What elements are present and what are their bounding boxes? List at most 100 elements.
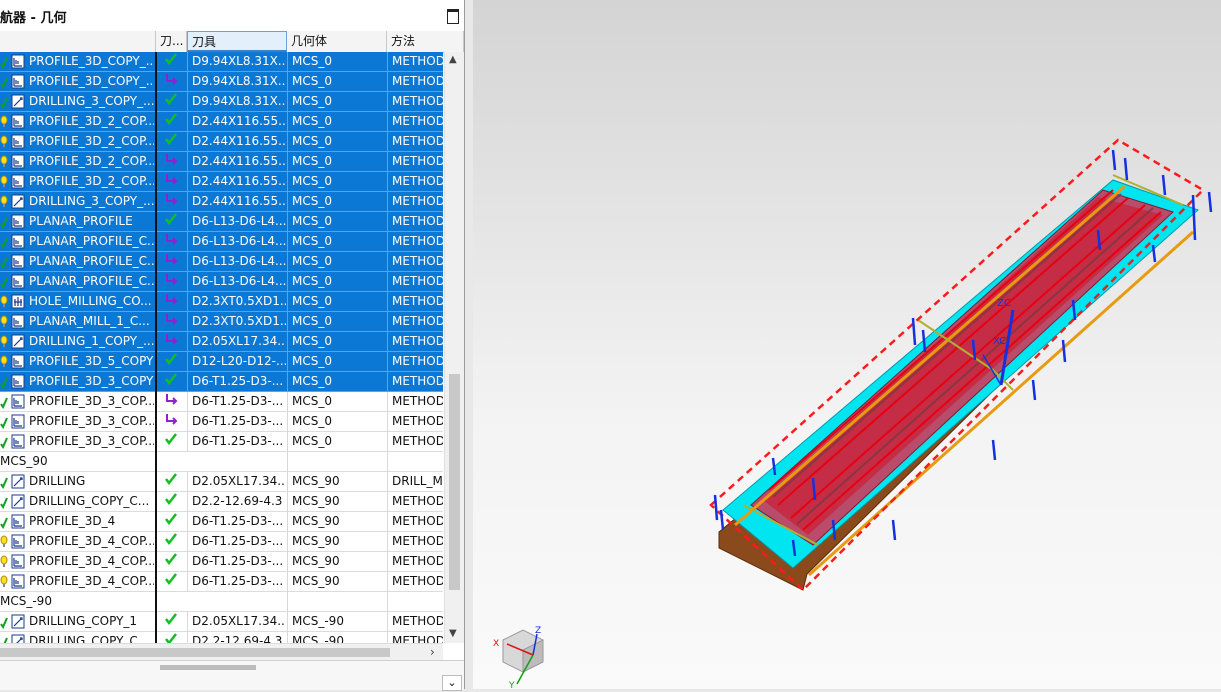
method-name: METHOD <box>392 554 443 568</box>
status-warning-icon <box>0 535 8 549</box>
operation-name: PROFILE_3D_2_COP... <box>29 134 154 148</box>
operation-row[interactable]: PLANAR_PROFILE_C... D6-L13-D6-L4... MCS_0 M… <box>0 252 443 272</box>
tool-name: D6-L13-D6-L4... <box>192 254 286 268</box>
operation-row[interactable]: PROFILE_3D_2_COP... D2.44X116.55... MCS_0 M… <box>0 112 443 132</box>
path-regenerate-icon <box>156 392 186 411</box>
column-header-name[interactable] <box>0 31 156 52</box>
geometry-group-row[interactable]: MCS_90 <box>0 452 443 472</box>
drill-operation-icon <box>10 474 26 489</box>
operation-row[interactable]: DRILLING_COPY_1 D2.05XL17.34... MCS_-90 MET… <box>0 612 443 632</box>
vertical-scroll-thumb[interactable] <box>449 374 460 590</box>
profile-operation-icon <box>10 514 26 529</box>
path-ok-icon <box>156 432 186 451</box>
status-warning-icon <box>0 175 8 189</box>
operation-row[interactable]: PROFILE_3D_4 D6-T1.25-D3-... MCS_90 METHOD <box>0 512 443 532</box>
operation-row[interactable]: HOLE_MILLING_CO... D2.3XT0.5XD1... MCS_0 ME… <box>0 292 443 312</box>
column-header-method[interactable]: 方法 <box>387 31 464 52</box>
operation-name: DRILLING_3_COPY_... <box>29 94 154 108</box>
operation-row[interactable]: PROFILE_3D_5_COPY D12-L20-D12-... MCS_0 MET… <box>0 352 443 372</box>
horizontal-scrollbar[interactable]: › <box>0 643 443 661</box>
operation-row[interactable]: PROFILE_3D_3_COP... D6-T1.25-D3-... MCS_0 M… <box>0 432 443 452</box>
part-model: ZC XC Z X Y <box>493 138 1213 691</box>
operation-row[interactable]: PROFILE_3D_3_COP... D6-T1.25-D3-... MCS_0 M… <box>0 392 443 412</box>
operation-row[interactable]: PROFILE_3D_COPY_... D9.94XL8.31X... MCS_0 M… <box>0 52 443 72</box>
profile-operation-icon <box>10 214 26 229</box>
operation-row[interactable]: PLANAR_PROFILE_C... D6-L13-D6-L4... MCS_0 M… <box>0 232 443 252</box>
path-regenerate-icon <box>156 252 186 271</box>
operation-name: PROFILE_3D_2_COP... <box>29 174 154 188</box>
maximize-icon[interactable] <box>447 9 459 24</box>
status-complete-icon <box>0 215 8 230</box>
drill-operation-icon <box>10 194 26 209</box>
operation-name: PROFILE_3D_3_COP... <box>29 394 154 408</box>
operation-row[interactable]: PROFILE_3D_3_COP... D6-T1.25-D3-... MCS_0 M… <box>0 412 443 432</box>
horizontal-scroll-thumb[interactable] <box>0 648 390 657</box>
geometry-group-row[interactable]: MCS_-90 <box>0 592 443 612</box>
drill-operation-icon <box>10 494 26 509</box>
operation-row[interactable]: PROFILE_3D_2_COP... D2.44X116.55... MCS_0 M… <box>0 152 443 172</box>
geometry-name: MCS_0 <box>292 94 332 108</box>
details-panel-strip: ⌄ <box>0 660 464 691</box>
tool-name: D2.05XL17.34... <box>192 334 286 348</box>
operation-row[interactable]: DRILLING_COPY_C... D2.2-12.69-4.3 MCS_-90 M… <box>0 632 443 643</box>
method-name: METHOD <box>392 254 443 268</box>
tool-name: D6-T1.25-D3-... <box>192 414 284 428</box>
details-splitter[interactable] <box>160 665 256 670</box>
scroll-right-icon[interactable]: › <box>430 645 435 659</box>
operation-row[interactable]: PROFILE_3D_2_COP... D2.44X116.55... MCS_0 M… <box>0 132 443 152</box>
operation-name: DRILLING_COPY_C... <box>29 494 150 508</box>
operation-row[interactable]: PLANAR_PROFILE_C... D6-L13-D6-L4... MCS_0 M… <box>0 272 443 292</box>
operation-row[interactable]: DRILLING_1_COPY_... D2.05XL17.34... MCS_0 M… <box>0 332 443 352</box>
operation-navigator-panel: 航器 - 几何 刀... 刀具 几何体 方法 PROFILE_3D_COPY_.… <box>0 0 465 691</box>
profile-operation-icon <box>10 234 26 249</box>
status-complete-icon <box>0 435 8 450</box>
operation-row[interactable]: DRILLING D2.05XL17.34... MCS_90 DRILL_ME <box>0 472 443 492</box>
operation-row[interactable]: DRILLING_3_COPY_... D9.94XL8.31X... MCS_0 M… <box>0 92 443 112</box>
zc-label: ZC <box>997 298 1011 309</box>
profile-operation-icon <box>10 574 26 589</box>
tool-name: D6-T1.25-D3-... <box>192 534 284 548</box>
profile-operation-icon <box>10 174 26 189</box>
operation-row[interactable]: PLANAR_MILL_1_C... D2.3XT0.5XD1... MCS_0 ME… <box>0 312 443 332</box>
operation-row[interactable]: PROFILE_3D_4_COP... D6-T1.25-D3-... MCS_90… <box>0 532 443 552</box>
path-ok-icon <box>156 512 186 531</box>
scroll-down-icon[interactable]: ▼ <box>449 628 457 639</box>
tool-name: D9.94XL8.31X... <box>192 94 286 108</box>
scroll-up-icon[interactable]: ▲ <box>449 54 457 65</box>
path-regenerate-icon <box>156 272 186 291</box>
operation-name: HOLE_MILLING_CO... <box>29 294 152 308</box>
tool-name: D2.44X116.55... <box>192 114 286 128</box>
operation-row[interactable]: PLANAR_PROFILE D6-L13-D6-L4... MCS_0 METHOD <box>0 212 443 232</box>
status-warning-icon <box>0 315 8 329</box>
operation-row[interactable]: PROFILE_3D_4_COP... D6-T1.25-D3-... MCS_90… <box>0 552 443 572</box>
geometry-name: MCS_0 <box>292 114 332 128</box>
status-complete-icon <box>0 375 8 390</box>
status-warning-icon <box>0 115 8 129</box>
column-header-tool[interactable]: 刀具 <box>187 31 287 52</box>
operation-row[interactable]: DRILLING_3_COPY_... D2.44X116.55... MCS_0 M… <box>0 192 443 212</box>
path-ok-icon <box>156 112 186 131</box>
path-ok-icon <box>156 552 186 571</box>
column-header-geometry[interactable]: 几何体 <box>287 31 387 52</box>
path-ok-icon <box>156 92 186 111</box>
operation-name: PROFILE_3D_4_COP... <box>29 534 154 548</box>
operation-row[interactable]: DRILLING_COPY_C... D2.2-12.69-4.3 MCS_90 ME… <box>0 492 443 512</box>
geometry-name: MCS_0 <box>292 354 332 368</box>
path-ok-icon <box>156 472 186 491</box>
vertical-scrollbar[interactable]: ▲ ▼ <box>444 52 464 643</box>
operation-row[interactable]: PROFILE_3D_4_COP... D6-T1.25-D3-... MCS_90… <box>0 572 443 592</box>
graphics-viewport[interactable]: ZC XC Z X Y <box>473 0 1221 691</box>
geometry-name: MCS_0 <box>292 434 332 448</box>
profile-operation-icon <box>10 114 26 129</box>
tool-name: D6-T1.25-D3-... <box>192 574 284 588</box>
operation-row[interactable]: PROFILE_3D_3_COPY D6-T1.25-D3-... MCS_0 MET… <box>0 372 443 392</box>
status-complete-icon <box>0 415 8 430</box>
status-complete-icon <box>0 95 8 110</box>
column-header-path[interactable]: 刀... <box>156 31 187 52</box>
profile-operation-icon <box>10 534 26 549</box>
geometry-name: MCS_0 <box>292 294 332 308</box>
operation-row[interactable]: PROFILE_3D_COPY_... D9.94XL8.31X... MCS_0 M… <box>0 72 443 92</box>
status-complete-icon <box>0 635 8 643</box>
operation-name: DRILLING_COPY_C... <box>29 634 150 643</box>
operation-row[interactable]: PROFILE_3D_2_COP... D2.44X116.55... MCS_0 M… <box>0 172 443 192</box>
